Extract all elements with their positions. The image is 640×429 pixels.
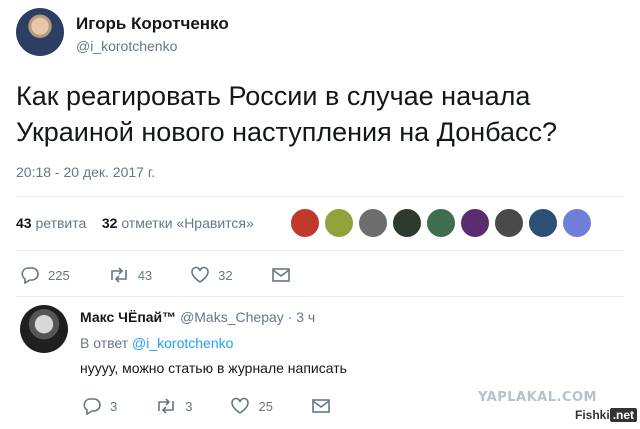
liker-avatar[interactable] bbox=[290, 208, 320, 238]
tweet-stats: 43 ретвита 32 отметки «Нравится» bbox=[16, 215, 254, 231]
reply-header: Макс ЧЁпай™ @Maks_Chepay · 3 ч bbox=[80, 309, 315, 325]
liker-avatar[interactable] bbox=[426, 208, 456, 238]
heart-icon bbox=[231, 397, 250, 414]
liker-avatar[interactable] bbox=[358, 208, 388, 238]
retweets-count: 43 bbox=[16, 215, 32, 231]
divider bbox=[16, 196, 624, 197]
reply-time[interactable]: 3 ч bbox=[296, 309, 315, 325]
liker-avatar[interactable] bbox=[528, 208, 558, 238]
reply-icon bbox=[83, 398, 101, 415]
retweet-icon bbox=[110, 267, 127, 283]
like-count: 32 bbox=[218, 267, 233, 283]
likes-count: 32 bbox=[101, 215, 118, 231]
reply-author-name[interactable]: Макс ЧЁпай™ bbox=[80, 309, 176, 325]
divider bbox=[16, 250, 624, 251]
liker-avatar[interactable] bbox=[562, 208, 592, 238]
yaplakal-watermark: YAPLAKAL.COM bbox=[478, 390, 597, 405]
reply-message-button[interactable] bbox=[311, 398, 339, 414]
liker-avatar[interactable] bbox=[324, 208, 354, 238]
reply-to-mention[interactable]: @i_korotchenko bbox=[132, 335, 233, 351]
reply-separator: · bbox=[287, 309, 293, 325]
envelope-icon bbox=[312, 399, 330, 413]
retweet-icon bbox=[158, 398, 175, 414]
reply-author-avatar[interactable] bbox=[20, 305, 68, 353]
liker-avatar[interactable] bbox=[392, 208, 422, 238]
reply-reply-button[interactable]: 3 bbox=[82, 397, 117, 415]
retweet-count: 43 bbox=[137, 267, 153, 283]
reply-retweet-button[interactable]: 3 bbox=[155, 397, 192, 415]
liker-avatar[interactable] bbox=[494, 208, 524, 238]
reply-author-handle[interactable]: @Maks_Chepay bbox=[180, 309, 284, 325]
divider bbox=[16, 296, 624, 297]
author-handle[interactable]: @i_korotchenko bbox=[76, 38, 177, 54]
envelope-icon bbox=[271, 268, 290, 282]
like-button[interactable]: 32 bbox=[190, 266, 233, 284]
liker-avatars bbox=[290, 208, 596, 238]
reply-icon bbox=[21, 267, 39, 284]
heart-icon bbox=[191, 266, 209, 283]
tweet-text: Как реагировать России в случае начала У… bbox=[16, 81, 558, 147]
tweet-timestamp[interactable]: 20:18 - 20 дек. 2017 г. bbox=[16, 164, 155, 180]
like-stat[interactable]: 32 отметки «Нравится» bbox=[102, 215, 254, 231]
reply-like-count: 25 bbox=[258, 398, 273, 414]
reply-to-prefix: В ответ bbox=[80, 335, 129, 351]
fishki-watermark: Fishki .net bbox=[575, 408, 638, 422]
reply-text: нуууу, можно статью в журнале написать bbox=[80, 360, 347, 376]
reply-actions: 3 3 25 bbox=[82, 397, 377, 415]
reply-like-button[interactable]: 25 bbox=[230, 397, 273, 415]
reply-reply-count: 3 bbox=[110, 398, 118, 414]
reply-count: 225 bbox=[48, 267, 70, 283]
message-button[interactable] bbox=[271, 267, 299, 283]
reply-button[interactable]: 225 bbox=[20, 266, 70, 284]
fishki-prefix: Fishki bbox=[575, 408, 610, 422]
reply-to-line: В ответ @i_korotchenko bbox=[80, 335, 233, 351]
fishki-suffix: .net bbox=[609, 408, 638, 422]
retweet-stat[interactable]: 43 ретвита bbox=[16, 215, 86, 231]
reply-retweet-count: 3 bbox=[185, 398, 193, 414]
author-avatar[interactable] bbox=[16, 8, 64, 56]
retweets-label: ретвита bbox=[35, 215, 87, 231]
likes-label: отметки «Нравится» bbox=[121, 215, 254, 231]
retweet-button[interactable]: 43 bbox=[108, 266, 152, 284]
tweet-actions: 225 43 32 bbox=[20, 266, 337, 284]
author-name[interactable]: Игорь Коротченко bbox=[76, 14, 229, 34]
liker-avatar[interactable] bbox=[460, 208, 490, 238]
